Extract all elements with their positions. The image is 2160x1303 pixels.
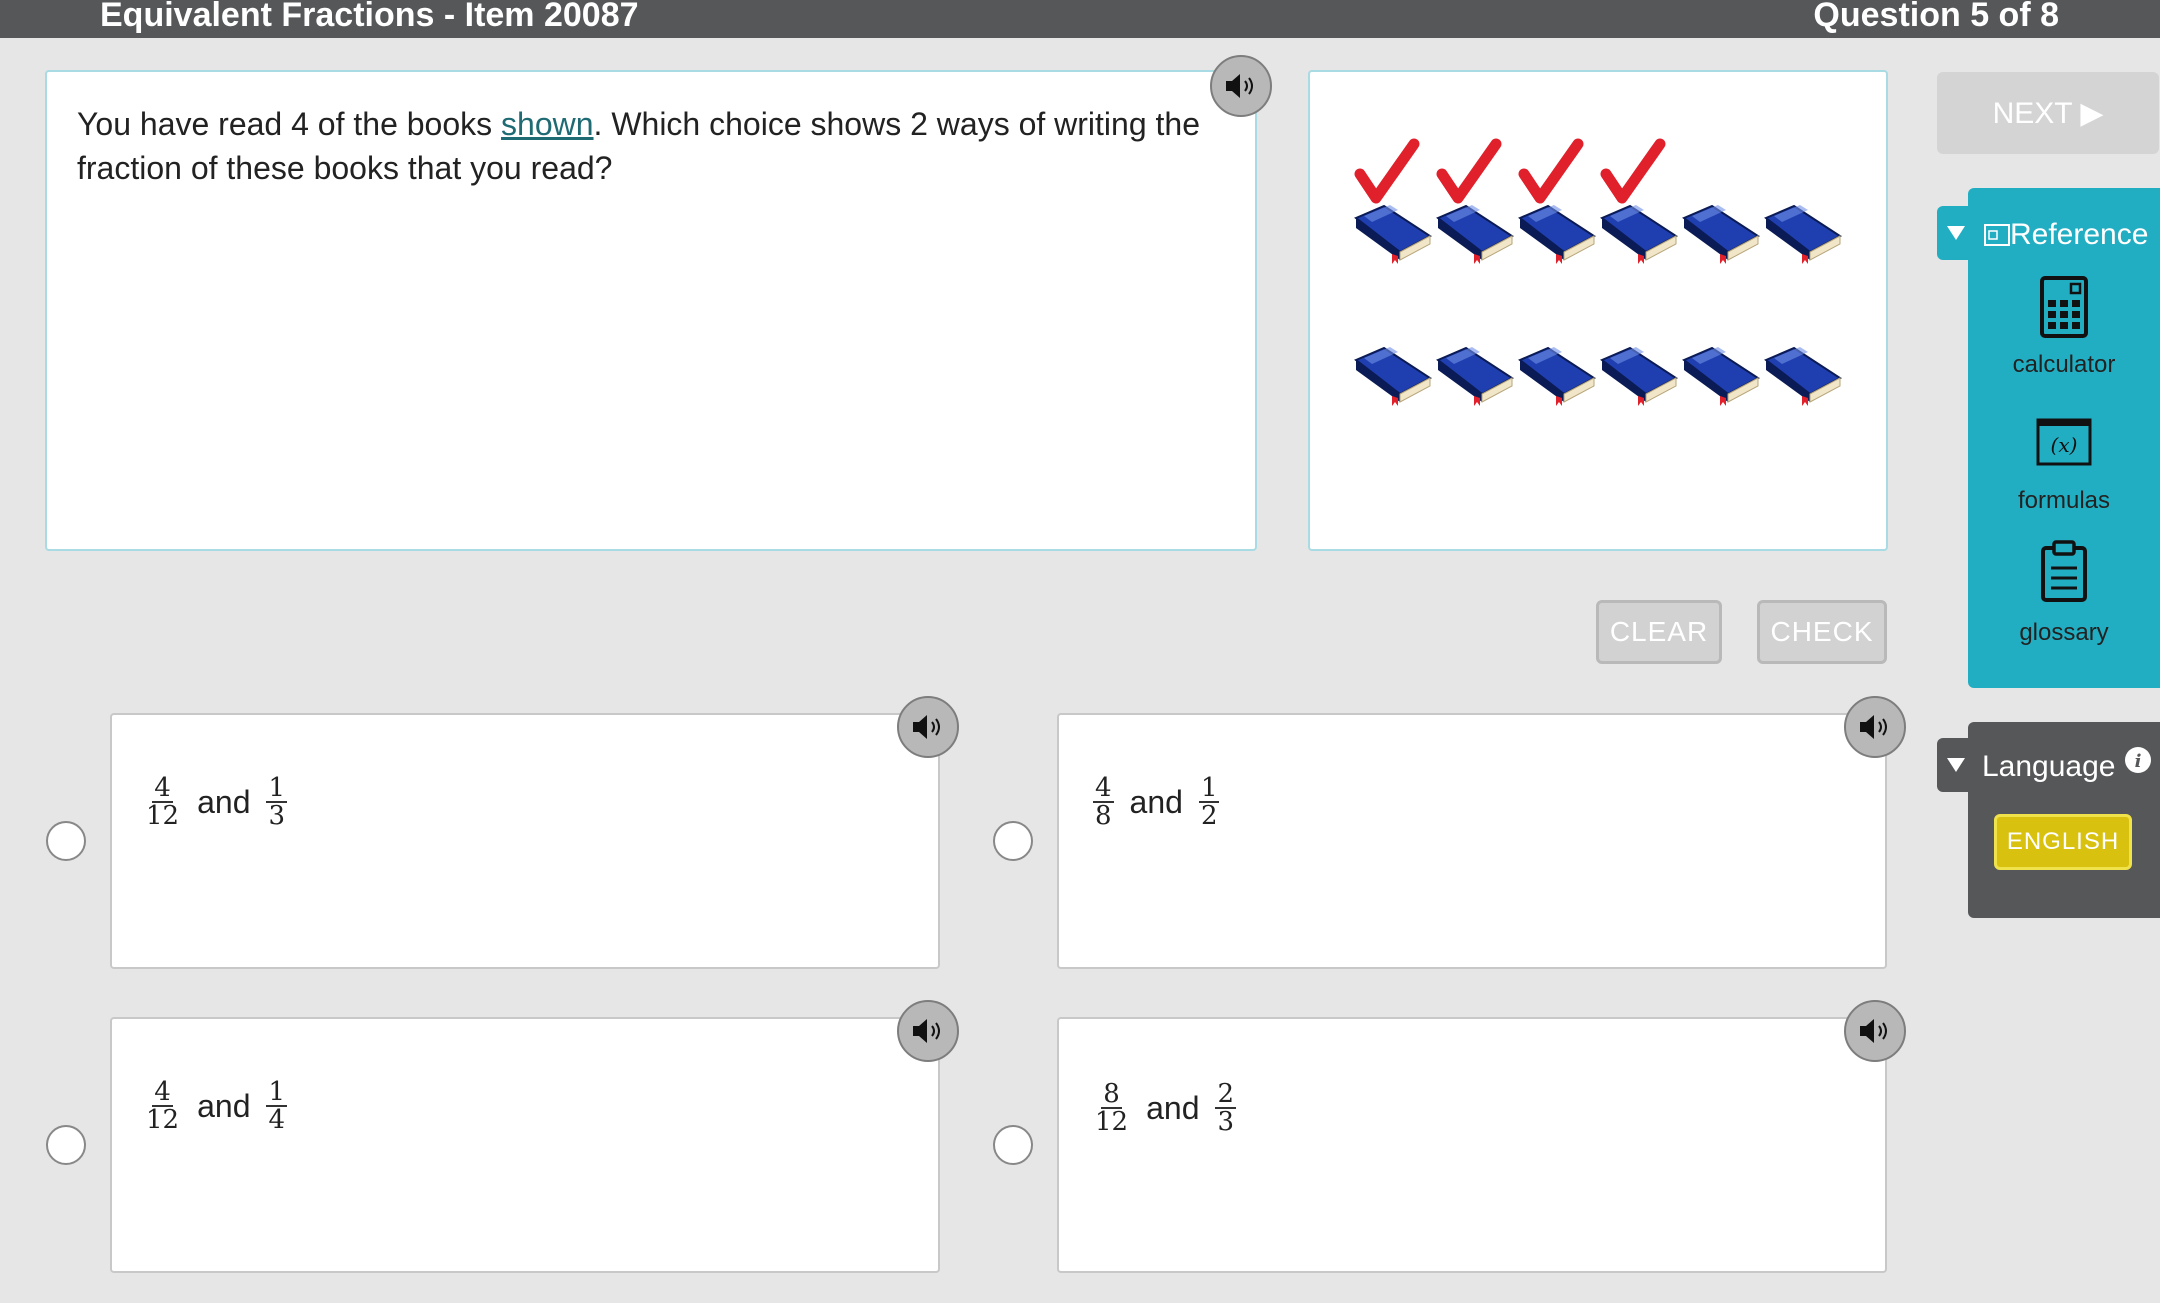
book bbox=[1354, 346, 1432, 406]
checkmark bbox=[1600, 138, 1666, 204]
figure-panel bbox=[1308, 70, 1888, 551]
top-bar: Equivalent Fractions - Item 20087 Questi… bbox=[0, 0, 2160, 38]
choice-d[interactable]: 8 12 and 23 bbox=[1057, 1017, 1887, 1273]
item-title: Equivalent Fractions - Item 20087 bbox=[100, 0, 639, 34]
book bbox=[1518, 204, 1596, 264]
book bbox=[1436, 346, 1514, 406]
glossary-tool[interactable]: glossary bbox=[1968, 540, 2160, 647]
svg-text:i: i bbox=[2134, 751, 2141, 772]
fraction: 23 bbox=[1215, 1079, 1237, 1137]
choice-a-answer: 4 12 and 13 bbox=[146, 773, 288, 831]
speaker-icon bbox=[913, 715, 940, 739]
language-panel: Language i ENGLISH bbox=[1968, 722, 2160, 918]
shown-link[interactable]: shown bbox=[501, 106, 594, 142]
book bbox=[1436, 204, 1514, 264]
choice-c-audio-button[interactable] bbox=[897, 1000, 959, 1062]
choice-c-answer: 4 12 and 14 bbox=[146, 1077, 288, 1135]
fraction: 12 bbox=[1198, 773, 1220, 831]
book bbox=[1354, 204, 1432, 264]
fraction: 8 12 bbox=[1095, 1079, 1129, 1137]
reference-panel: Reference calculator (x) formulas glossa… bbox=[1968, 188, 2160, 688]
choice-d-audio-button[interactable] bbox=[1844, 1000, 1906, 1062]
book bbox=[1682, 204, 1760, 264]
question-text: You have read 4 of the books shown. Whic… bbox=[77, 106, 1200, 186]
choice-a-radio[interactable] bbox=[46, 821, 86, 861]
reference-icon bbox=[1984, 224, 2010, 246]
next-button[interactable]: NEXT ▶ bbox=[1937, 72, 2159, 154]
book bbox=[1600, 346, 1678, 406]
book bbox=[1600, 204, 1678, 264]
choice-c[interactable]: 4 12 and 14 bbox=[110, 1017, 940, 1273]
fraction: 13 bbox=[266, 773, 288, 831]
clipboard-icon bbox=[2041, 540, 2087, 602]
english-language-button[interactable]: ENGLISH bbox=[1994, 814, 2132, 870]
choice-b-radio[interactable] bbox=[993, 821, 1033, 861]
calculator-tool[interactable]: calculator bbox=[1968, 276, 2160, 379]
speaker-icon bbox=[1860, 1019, 1887, 1043]
check-button[interactable]: CHECK bbox=[1757, 600, 1887, 664]
checkmark bbox=[1518, 138, 1584, 204]
choice-b[interactable]: 48 and 12 bbox=[1057, 713, 1887, 969]
question-audio-button[interactable] bbox=[1210, 55, 1272, 117]
book bbox=[1518, 346, 1596, 406]
svg-text:(x): (x) bbox=[2051, 433, 2078, 457]
book bbox=[1764, 346, 1842, 406]
speaker-icon bbox=[913, 1019, 940, 1043]
calculator-icon bbox=[2040, 276, 2088, 338]
question-panel: You have read 4 of the books shown. Whic… bbox=[45, 70, 1257, 551]
choice-d-answer: 8 12 and 23 bbox=[1095, 1079, 1237, 1137]
books-figure bbox=[1354, 138, 1842, 406]
choice-b-audio-button[interactable] bbox=[1844, 696, 1906, 758]
book bbox=[1764, 204, 1842, 264]
choice-b-answer: 48 and 12 bbox=[1093, 773, 1220, 831]
choice-a-audio-button[interactable] bbox=[897, 696, 959, 758]
choice-c-radio[interactable] bbox=[46, 1125, 86, 1165]
speaker-icon bbox=[1226, 74, 1253, 98]
checkmark bbox=[1354, 138, 1420, 204]
fraction: 48 bbox=[1093, 773, 1114, 831]
checkmark bbox=[1436, 138, 1502, 204]
speaker-icon bbox=[1860, 715, 1887, 739]
fraction: 4 12 bbox=[146, 773, 180, 831]
formulas-icon: (x) bbox=[2036, 418, 2092, 466]
clear-button[interactable]: CLEAR bbox=[1596, 600, 1722, 664]
book bbox=[1682, 346, 1760, 406]
language-header: Language i bbox=[1982, 746, 2152, 784]
choice-a[interactable]: 4 12 and 13 bbox=[110, 713, 940, 969]
info-icon[interactable]: i bbox=[2124, 746, 2152, 774]
fraction: 14 bbox=[266, 1077, 288, 1135]
reference-header: Reference bbox=[1984, 218, 2148, 252]
question-counter: Question 5 of 8 bbox=[1813, 0, 2059, 34]
choice-d-radio[interactable] bbox=[993, 1125, 1033, 1165]
formulas-tool[interactable]: (x) formulas bbox=[1968, 418, 2160, 515]
fraction: 4 12 bbox=[146, 1077, 180, 1135]
